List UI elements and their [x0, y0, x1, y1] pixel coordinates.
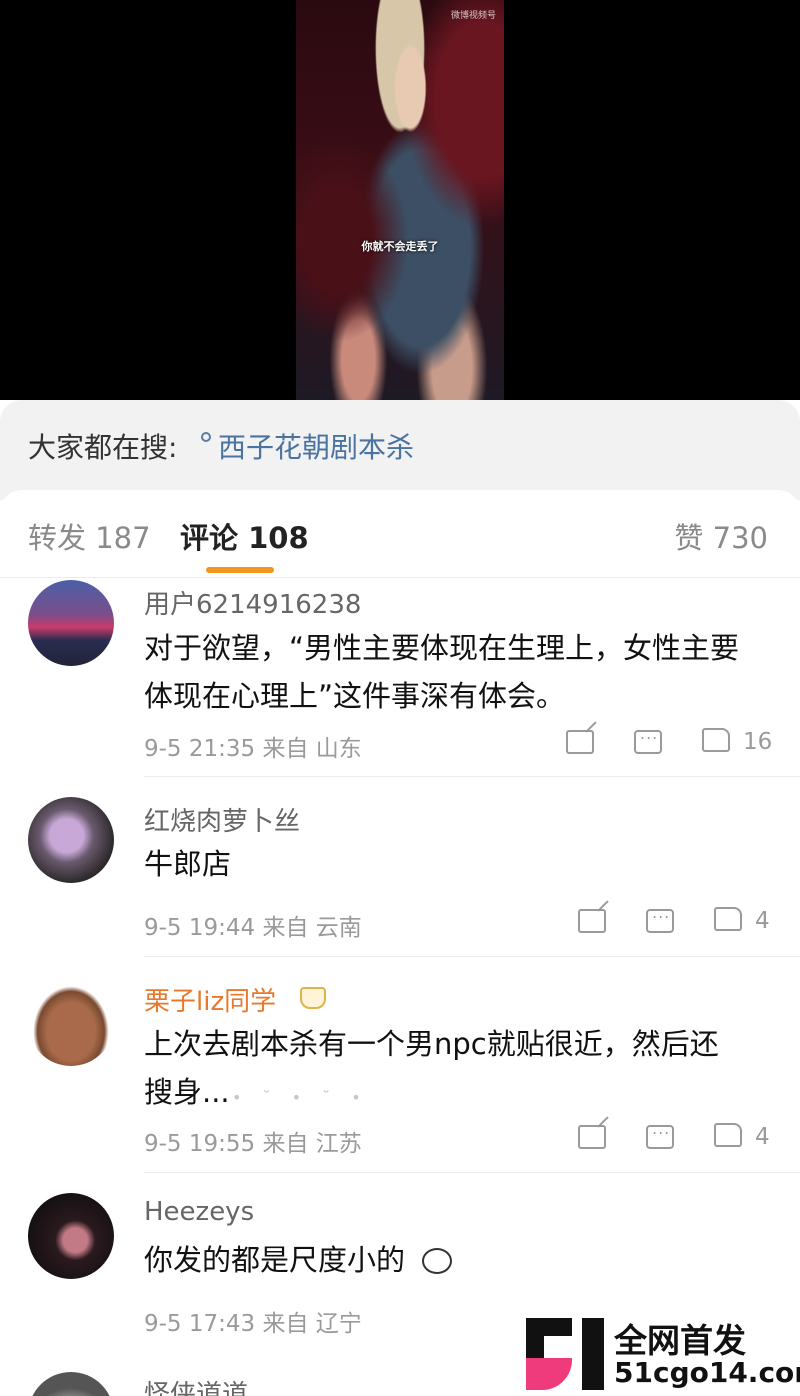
avatar[interactable]	[28, 797, 114, 883]
search-icon	[201, 432, 211, 442]
comment-text-line: 牛郎店	[144, 847, 232, 881]
comment-text: 牛郎店	[144, 840, 774, 888]
avatar[interactable]	[28, 1372, 114, 1396]
site-watermark-title: 全网首发	[614, 1321, 746, 1360]
comment-meta: 9-5 19:55 来自 江苏	[144, 1131, 362, 1157]
comment-divider	[144, 1172, 800, 1173]
tab-likes[interactable]: 赞 730	[674, 515, 768, 557]
comment-text: 你发的都是尺度小的	[144, 1236, 774, 1284]
like-count: 16	[743, 729, 773, 755]
video-frame[interactable]: 微博视频号 你就不会走丢了	[296, 0, 504, 400]
share-icon[interactable]	[578, 909, 606, 933]
reply-icon[interactable]	[646, 903, 674, 933]
share-icon[interactable]	[578, 1125, 606, 1149]
video-watermark: 微博视频号	[450, 11, 496, 21]
comment-meta: 9-5 17:43 来自 辽宁	[144, 1311, 362, 1337]
comment-text-line: 体现在心理上”这件事深有体会。	[144, 679, 566, 713]
video-player[interactable]: 微博视频号 你就不会走丢了	[0, 0, 800, 400]
comment-text-line: 上次去剧本杀有一个男npc就贴很近，然后还	[144, 1027, 719, 1061]
share-icon[interactable]	[566, 730, 594, 754]
search-suggestion-term[interactable]: 西子花朝剧本杀	[218, 426, 414, 466]
comment-username[interactable]: 怪侠道道	[144, 1374, 248, 1396]
comment-username[interactable]: Heezeys	[144, 1197, 254, 1227]
like-icon[interactable]	[714, 907, 742, 931]
site-logo-icon	[526, 1318, 604, 1390]
tab-active-indicator	[206, 567, 274, 573]
video-subtitle: 你就不会走丢了	[361, 240, 439, 253]
tab-comments[interactable]: 评论 108	[180, 515, 309, 557]
comment-divider	[144, 776, 800, 777]
comment-meta: 9-5 19:44 来自 云南	[144, 915, 362, 941]
site-watermark-url: 51cgo14.com	[614, 1356, 800, 1389]
avatar[interactable]	[28, 1193, 114, 1279]
reply-icon[interactable]	[634, 724, 662, 754]
comment-text: 对于欲望，“男性主要体现在生理上，女性主要 体现在心理上”这件事深有体会。	[144, 624, 774, 720]
like-count: 4	[755, 1124, 770, 1150]
panda-emoji-icon	[422, 1248, 452, 1274]
reply-icon[interactable]	[646, 1119, 674, 1149]
comment-divider	[144, 956, 800, 957]
tab-repost[interactable]: 转发 187	[28, 515, 151, 557]
avatar[interactable]	[28, 580, 114, 666]
like-icon[interactable]	[714, 1123, 742, 1147]
avatar[interactable]	[28, 980, 114, 1066]
comment-username[interactable]: 栗子liz同学	[144, 981, 276, 1018]
comment-username[interactable]: 用户6214916238	[144, 584, 361, 621]
comment-meta: 9-5 21:35 来自 山东	[144, 736, 362, 762]
vip-crown-icon	[300, 987, 326, 1009]
like-count: 4	[755, 908, 770, 934]
comment-text-line: 对于欲望，“男性主要体现在生理上，女性主要	[144, 631, 740, 665]
search-suggestion-prefix: 大家都在搜:	[28, 431, 178, 464]
blurred-emoji-icon: • ˘ • ˘ •	[232, 1088, 369, 1107]
like-icon[interactable]	[702, 728, 730, 752]
comment-username[interactable]: 红烧肉萝卜丝	[144, 801, 300, 838]
comment-text-line: 你发的都是尺度小的	[144, 1243, 406, 1277]
